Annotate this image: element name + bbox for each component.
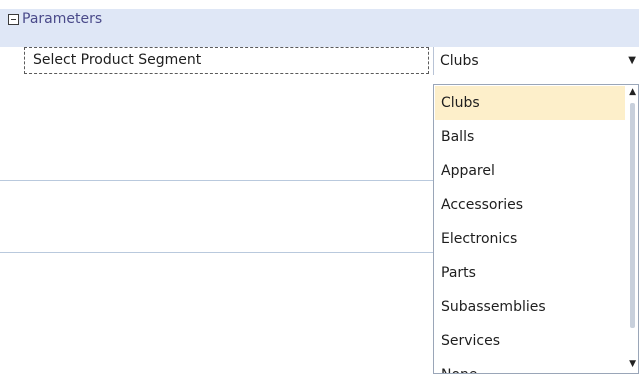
dropdown-scrollbar[interactable]: ▲ ▼ [626,85,638,373]
dropdown-option-accessories[interactable]: Accessories [435,188,625,222]
dropdown-option-none[interactable]: None [435,358,625,373]
minus-box-icon[interactable] [8,14,19,25]
dropdown-option-subassemblies[interactable]: Subassemblies [435,290,625,324]
parameters-section-header[interactable]: Parameters [0,9,639,47]
scroll-down-arrow-icon[interactable]: ▼ [629,359,636,369]
section-title: Parameters [22,11,103,27]
dropdown-option-parts[interactable]: Parts [435,256,625,290]
dropdown-option-services[interactable]: Services [435,324,625,358]
row-divider [0,252,433,253]
product-segment-select[interactable]: Clubs ▼ [433,47,639,75]
top-padding [0,0,639,9]
dropdown-option-balls[interactable]: Balls [435,120,625,154]
dropdown-arrow-icon[interactable]: ▼ [628,55,636,67]
scroll-up-arrow-icon[interactable]: ▲ [629,87,636,97]
dropdown-option-apparel[interactable]: Apparel [435,154,625,188]
parameter-row: Select Product Segment Clubs ▼ [0,47,639,81]
dropdown-option-clubs[interactable]: Clubs [435,86,625,120]
dropdown-options: Clubs Balls Apparel Accessories Electron… [435,86,625,373]
product-segment-dropdown-list[interactable]: Clubs Balls Apparel Accessories Electron… [433,84,639,374]
select-value: Clubs [440,53,479,69]
parameter-label: Select Product Segment [33,52,202,68]
row-divider [0,180,433,181]
parameter-label-cell[interactable]: Select Product Segment [24,47,429,74]
dropdown-option-electronics[interactable]: Electronics [435,222,625,256]
scrollbar-thumb[interactable] [630,103,635,328]
